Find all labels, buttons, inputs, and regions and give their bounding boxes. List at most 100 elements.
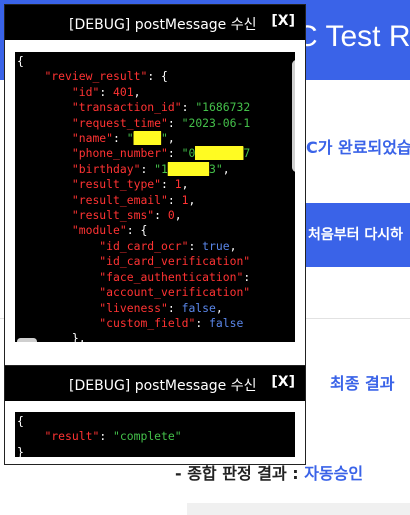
json-token: "complete" (113, 429, 182, 444)
json-token: "phone_number" (71, 146, 168, 161)
json-line: } (17, 445, 24, 457)
json-token: { (17, 54, 24, 68)
json-token: true (202, 238, 230, 253)
verdict-value: 자동승인 (304, 464, 364, 483)
json-token: : (167, 115, 182, 130)
json-token: "result_type" (71, 177, 162, 192)
json-token: , (222, 161, 230, 176)
close-button[interactable]: [X] (271, 13, 295, 29)
json-token: , (229, 238, 237, 253)
json-token: : (99, 84, 114, 99)
json-token: , (215, 300, 223, 315)
json-line: "transaction_id": "1686732 (17, 100, 250, 114)
json-token: : (167, 192, 182, 207)
json-token: "result" (44, 429, 100, 444)
restart-button[interactable]: 처음부터 다시하 (300, 203, 410, 267)
json-line: "id_card_ocr": true, (17, 239, 236, 253)
json-token: : (188, 238, 203, 253)
json-line: { (17, 54, 24, 68)
json-token: "account_verification" (99, 285, 251, 300)
debug-panel-header: [DEBUG] postMessage 수신 [X] (5, 366, 305, 401)
json-token: : (243, 269, 251, 284)
json-token: "1 (154, 161, 168, 176)
json-token: "1686732 (195, 100, 251, 115)
json-token: "birthday" (71, 161, 141, 176)
debug-panel-result: [DEBUG] postMessage 수신 [X] { "result": "… (4, 365, 306, 465)
json-token: "face_authentication" (99, 269, 244, 284)
result-box (187, 503, 410, 515)
vertical-scrollbar[interactable] (292, 60, 295, 172)
verdict-label: - 종합 판정 결과 : (175, 464, 305, 483)
json-line: "result_sms": 0, (17, 208, 182, 222)
final-result-heading: 최종 결과 (330, 374, 395, 393)
json-line: "module": { (17, 223, 147, 237)
json-token: "id_card_ocr" (99, 238, 189, 253)
json-token: "request_time" (71, 115, 168, 130)
json-token: 1 (174, 177, 182, 192)
json-token: "review_result" (44, 69, 148, 84)
json-token: : { (126, 223, 148, 238)
json-viewer[interactable]: { "review_result": { "id": 401, "transac… (15, 52, 295, 342)
json-token: : (195, 315, 210, 330)
json-token: : (113, 131, 127, 146)
json-token: "0 (181, 146, 196, 161)
json-line: "account_verification" (17, 285, 250, 299)
json-token: : (154, 208, 168, 223)
json-token: : (167, 300, 182, 315)
json-line: "face_authentication": (17, 270, 250, 284)
json-token: : (161, 177, 175, 192)
debug-panel-title: [DEBUG] postMessage 수신 (69, 17, 257, 33)
json-line: "review_result": { (17, 69, 167, 84)
json-token: { (17, 414, 24, 428)
json-token: "name" (71, 131, 114, 146)
json-viewer[interactable]: { "result": "complete" } (15, 412, 295, 457)
json-token: "liveness" (99, 300, 168, 315)
json-line: { (17, 414, 24, 428)
json-token: "transaction_id" (71, 100, 182, 115)
json-token: 0 (167, 208, 175, 223)
debug-panel-header: [DEBUG] postMessage 수신 [X] (5, 5, 305, 40)
json-token: "custom_field" (99, 315, 196, 330)
json-token: "id" (71, 84, 100, 99)
json-token: 3" (209, 161, 223, 176)
json-line: "id": 401, (17, 84, 141, 99)
debug-panel-title: [DEBUG] postMessage 수신 (69, 378, 257, 394)
json-token: "id_card_verification" (99, 254, 251, 269)
json-line: "result_type": 1, (17, 177, 189, 192)
redaction-mark: ████ (133, 131, 162, 146)
json-line: "custom_field": false (17, 316, 243, 330)
json-line: "name": "████", (17, 131, 175, 146)
json-line: "result": "complete" (17, 429, 182, 444)
json-token: " (161, 131, 168, 146)
json-line: "birthday": "1██████3", (17, 161, 230, 176)
json-token: 401 (113, 84, 134, 99)
json-token: , (133, 84, 141, 99)
redaction-mark: ███████ (195, 146, 244, 161)
close-button[interactable]: [X] (271, 374, 295, 390)
json-token: "module" (71, 223, 127, 238)
json-line: "result_email": 1, (17, 193, 195, 207)
redaction-mark: ██████ (167, 161, 210, 176)
completion-message: C가 완료되었습 (306, 138, 410, 157)
json-text: { "review_result": { "id": 401, "transac… (15, 52, 295, 342)
debug-panel-review-result: [DEBUG] postMessage 수신 [X] { "review_res… (4, 4, 306, 366)
json-token: : (167, 146, 182, 161)
horizontal-scrollbar[interactable] (17, 338, 37, 342)
json-token: "2023-06-1 (181, 115, 251, 130)
json-token: , (167, 131, 175, 146)
page-title: C Test R (296, 20, 410, 53)
json-token: " (126, 131, 134, 146)
